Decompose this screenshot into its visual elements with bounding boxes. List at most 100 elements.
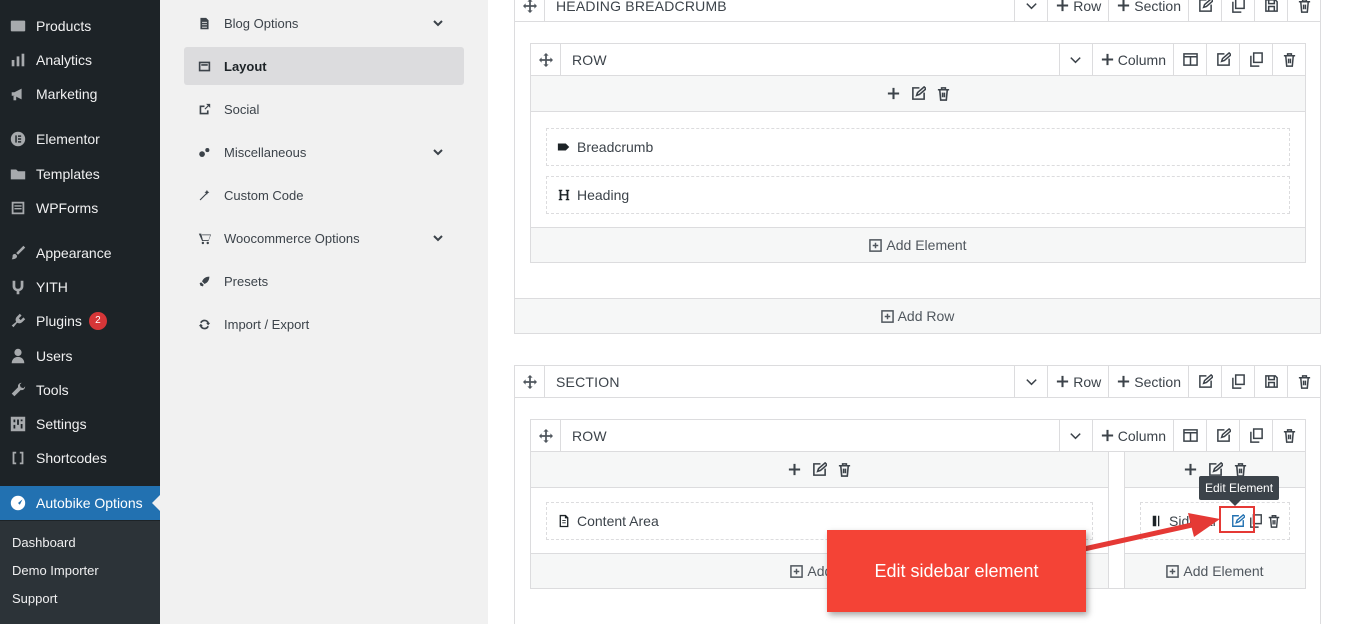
menu-label: YITH (36, 279, 68, 295)
trash-icon[interactable] (1267, 514, 1281, 528)
add-row-button[interactable]: Row (1047, 0, 1108, 21)
column-block: Breadcrumb Heading Add Element (531, 76, 1305, 262)
section-tools: Row Section (1014, 366, 1320, 397)
menu-item-products[interactable]: Products (0, 9, 160, 43)
edit-section-button[interactable] (1188, 366, 1221, 397)
add-element-button[interactable]: Add Element (531, 227, 1305, 262)
add-row-bar[interactable]: Add Row (515, 298, 1320, 333)
document-icon (184, 17, 224, 30)
columns-layout-button[interactable] (1173, 44, 1206, 75)
edit-icon[interactable] (812, 462, 827, 477)
edit-section-button[interactable] (1188, 0, 1221, 21)
submenu-demo-importer[interactable]: Demo Importer (12, 563, 99, 578)
add-column-button[interactable]: Column (1091, 44, 1173, 75)
submenu-support[interactable]: Support (12, 591, 58, 606)
move-icon[interactable] (531, 44, 561, 75)
option-label: Layout (224, 58, 267, 74)
option-presets[interactable]: Presets (184, 262, 464, 300)
menu-item-appearance[interactable]: Appearance (0, 236, 160, 270)
brackets-icon (0, 449, 36, 467)
plus-icon[interactable] (886, 86, 901, 101)
delete-row-button[interactable] (1272, 420, 1305, 451)
option-label: Presets (224, 273, 269, 289)
move-icon[interactable] (515, 0, 545, 21)
chevron-down-icon (1026, 379, 1037, 386)
magic-wand-icon (184, 189, 224, 202)
element-breadcrumb[interactable]: Breadcrumb (546, 128, 1290, 166)
duplicate-row-button[interactable] (1239, 44, 1272, 75)
plus-icon[interactable] (787, 462, 802, 477)
delete-row-button[interactable] (1272, 44, 1305, 75)
add-section-button[interactable]: Section (1108, 0, 1188, 21)
wpforms-icon (0, 199, 36, 217)
section-header: SECTION Row Section (515, 366, 1320, 398)
menu-item-plugins[interactable]: Plugins 2 (0, 304, 160, 338)
duplicate-row-button[interactable] (1239, 420, 1272, 451)
edit-row-button[interactable] (1206, 44, 1239, 75)
columns-layout-button[interactable] (1173, 420, 1206, 451)
move-icon[interactable] (531, 420, 561, 451)
edit-icon (1216, 52, 1231, 66)
option-miscellaneous[interactable]: Miscellaneous (184, 133, 464, 171)
collapse-row-button[interactable] (1058, 44, 1092, 75)
layout-icon (184, 60, 224, 73)
submenu-dashboard[interactable]: Dashboard (12, 535, 76, 550)
menu-item-users[interactable]: Users (0, 339, 160, 373)
duplicate-section-button[interactable] (1221, 0, 1254, 21)
chevron-down-icon[interactable] (432, 17, 444, 29)
row-tools: Column (1058, 420, 1305, 451)
trash-icon (1283, 53, 1295, 67)
menu-item-templates[interactable]: Templates (0, 157, 160, 191)
menu-label: Tools (36, 382, 69, 398)
plus-square-icon (790, 564, 804, 578)
cart-icon (184, 232, 224, 245)
chevron-down-icon[interactable] (432, 146, 444, 158)
delete-section-button[interactable] (1287, 0, 1320, 21)
row-title: ROW (572, 51, 607, 68)
option-woocommerce-options[interactable]: Woocommerce Options (184, 219, 464, 257)
menu-item-tools[interactable]: Tools (0, 373, 160, 407)
collapse-button[interactable] (1014, 0, 1047, 21)
delete-section-button[interactable] (1287, 366, 1320, 397)
option-import-export[interactable]: Import / Export (184, 305, 464, 343)
option-social[interactable]: Social (184, 90, 464, 128)
trash-icon[interactable] (837, 462, 852, 477)
edit-icon[interactable] (911, 86, 926, 101)
menu-item-wpforms[interactable]: WPForms (0, 191, 160, 225)
menu-item-marketing[interactable]: Marketing (0, 77, 160, 111)
option-label: Woocommerce Options (224, 230, 360, 246)
edit-row-button[interactable] (1206, 420, 1239, 451)
menu-item-shortcodes[interactable]: Shortcodes (0, 441, 160, 475)
option-blog-options[interactable]: Blog Options (184, 4, 464, 42)
chevron-down-icon (1070, 433, 1081, 440)
duplicate-section-button[interactable] (1221, 366, 1254, 397)
trash-icon[interactable] (1233, 462, 1248, 477)
row-header: ROW Column (531, 420, 1305, 452)
plus-icon[interactable] (1183, 462, 1198, 477)
save-section-button[interactable] (1254, 0, 1287, 21)
menu-item-elementor[interactable]: Elementor (0, 122, 160, 156)
save-section-button[interactable] (1254, 366, 1287, 397)
save-icon (1264, 375, 1278, 388)
element-heading[interactable]: Heading (546, 176, 1290, 214)
add-row-button[interactable]: Row (1047, 366, 1108, 397)
option-custom-code[interactable]: Custom Code (184, 176, 464, 214)
menu-item-yith[interactable]: YITH (0, 270, 160, 304)
add-column-button[interactable]: Column (1091, 420, 1173, 451)
collapse-row-button[interactable] (1058, 420, 1092, 451)
trash-icon[interactable] (936, 86, 951, 101)
option-layout[interactable]: Layout (184, 47, 464, 85)
options-panel: Blog Options Layout Social Miscellaneous… (160, 0, 488, 624)
move-icon[interactable] (515, 366, 545, 397)
menu-item-settings[interactable]: Settings (0, 407, 160, 441)
callout-box: Edit sidebar element (827, 530, 1086, 612)
add-section-button[interactable]: Section (1108, 366, 1188, 397)
menu-item-autobike-options[interactable]: Autobike Options (0, 486, 160, 520)
collapse-button[interactable] (1014, 366, 1047, 397)
chevron-down-icon[interactable] (432, 232, 444, 244)
edit-icon (1198, 374, 1213, 388)
share-icon (184, 103, 224, 116)
menu-item-analytics[interactable]: Analytics (0, 43, 160, 77)
plus-square-icon (869, 238, 883, 252)
edit-icon[interactable] (1208, 462, 1223, 477)
